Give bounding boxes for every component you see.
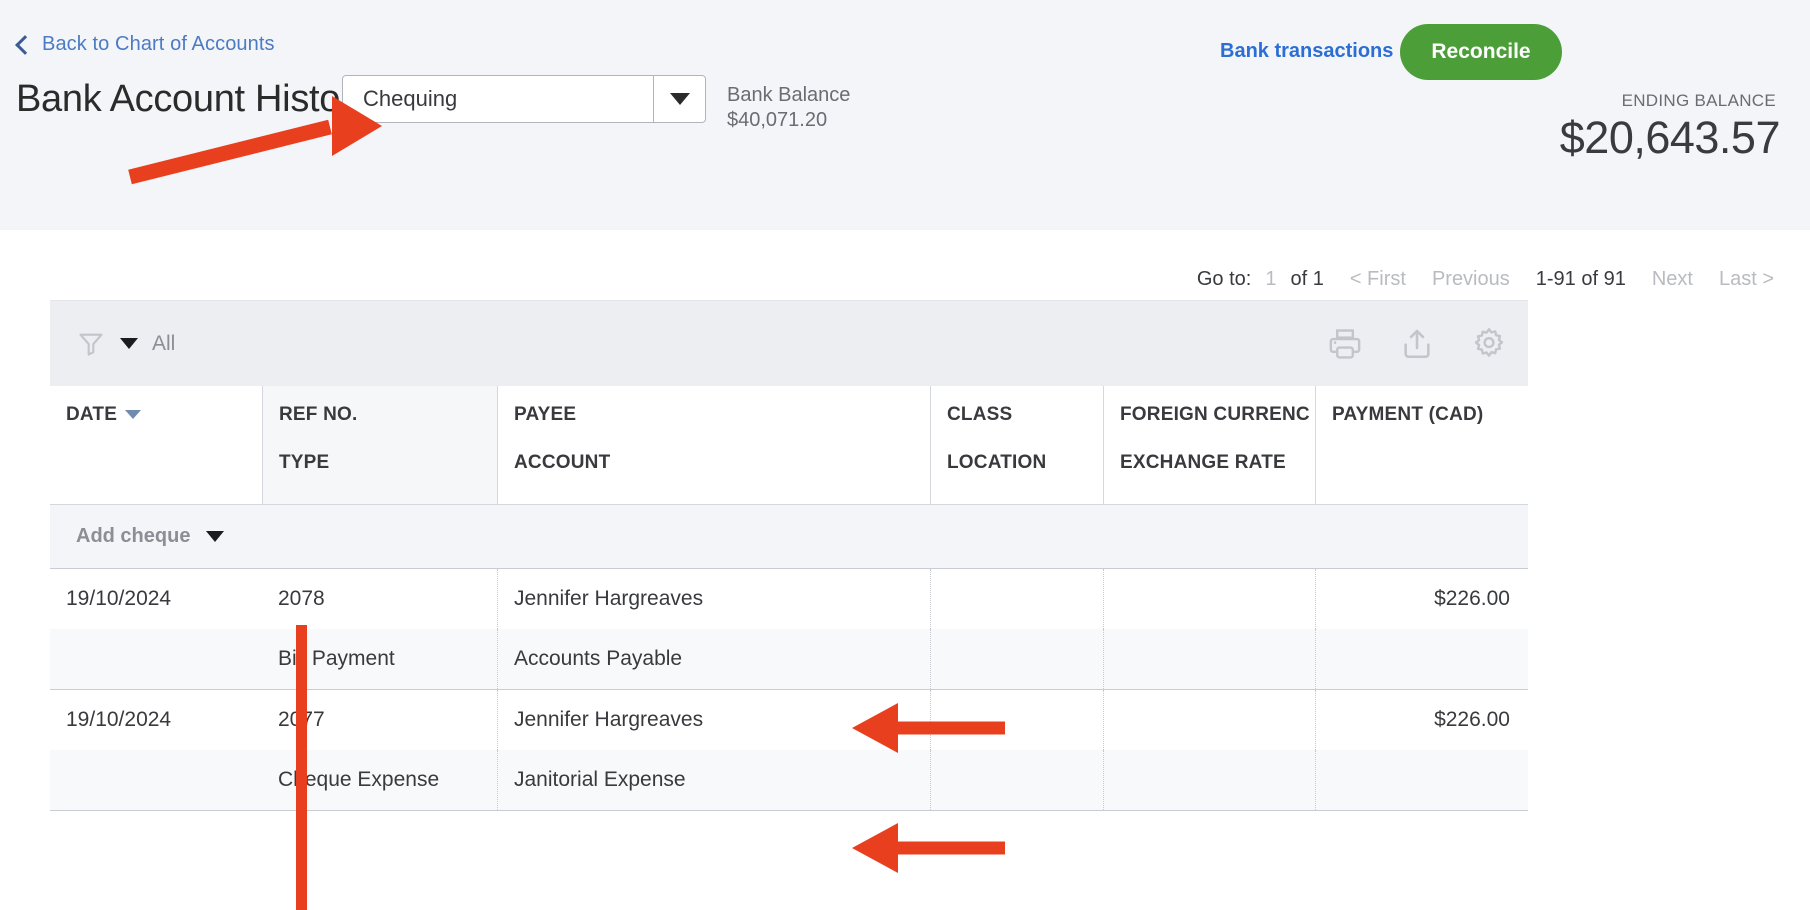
table-row[interactable]: 19/10/2024 2077 Jennifer Hargreaves $226… <box>50 689 1528 810</box>
app-root: Back to Chart of Accounts Bank Account H… <box>0 0 1810 910</box>
column-header-date-label: DATE <box>66 404 118 425</box>
title-row: Bank Account History <box>16 78 371 120</box>
page-title: Bank Account History <box>16 78 372 120</box>
pagination-controls: Go to: 1 of 1 < First Previous 1-91 of 9… <box>1197 268 1774 291</box>
cell-exchange-rate <box>1103 750 1315 810</box>
pagination-page-input[interactable]: 1 <box>1265 268 1276 291</box>
transactions-table: All DATE REF NO. TYPE PAYEE ACCOUNT CLAS… <box>50 300 1528 811</box>
add-cheque-label: Add cheque <box>76 525 191 547</box>
column-header-payment-label: PAYMENT (CAD) <box>1332 404 1484 425</box>
pagination-previous-button[interactable]: Previous <box>1432 268 1510 291</box>
printer-icon[interactable] <box>1328 327 1362 361</box>
table-row-secondary-line: Bill Payment Accounts Payable <box>50 629 1528 689</box>
filter-control[interactable]: All <box>76 330 175 358</box>
pagination-of-pages: of 1 <box>1290 268 1324 290</box>
cell-payee: Jennifer Hargreaves <box>497 690 930 750</box>
cell-location <box>930 750 1103 810</box>
cell-foreign-currency <box>1103 569 1315 629</box>
column-header-account-label: ACCOUNT <box>514 452 611 473</box>
chevron-down-icon <box>669 93 690 105</box>
cell-location <box>930 629 1103 689</box>
column-header-date[interactable]: DATE <box>50 386 262 504</box>
account-select-caret-button[interactable] <box>653 76 705 122</box>
column-header-exchange-rate-label: EXCHANGE RATE <box>1120 452 1286 473</box>
ending-balance-label: ENDING BALANCE <box>1621 91 1776 110</box>
cell-payee: Jennifer Hargreaves <box>497 569 930 629</box>
cell-date-empty <box>50 629 262 689</box>
export-upload-icon[interactable] <box>1400 327 1434 361</box>
column-header-class-label: CLASS <box>947 404 1013 425</box>
funnel-icon <box>79 333 103 356</box>
column-header-payee-label: PAYEE <box>514 404 577 425</box>
gear-icon[interactable] <box>1472 327 1506 361</box>
column-header-class[interactable]: CLASS LOCATION <box>930 386 1103 504</box>
account-select-value: Chequing <box>363 86 458 111</box>
cell-date: 19/10/2024 <box>66 587 172 610</box>
table-toolbar: All <box>50 301 1528 386</box>
cell-payment-empty <box>1315 750 1528 810</box>
table-header-row: DATE REF NO. TYPE PAYEE ACCOUNT CLASS LO… <box>50 386 1528 504</box>
table-bottom-divider <box>50 810 1528 811</box>
sort-descending-icon <box>125 410 142 420</box>
cell-date: 19/10/2024 <box>66 708 172 731</box>
cell-payment: $226.00 <box>1315 569 1528 629</box>
cell-date-empty <box>50 750 262 810</box>
pagination-range-label: 1-91 of 91 <box>1535 268 1626 290</box>
table-row-secondary-line: Cheque Expense Janitorial Expense <box>50 750 1528 810</box>
bank-transactions-link[interactable]: Bank transactions <box>1220 40 1393 63</box>
cell-payment-empty <box>1315 629 1528 689</box>
filter-label: All <box>152 331 176 355</box>
column-header-foreign-currency[interactable]: FOREIGN CURRENC EXCHANGE RATE <box>1103 386 1315 504</box>
pagination-last-button[interactable]: Last > <box>1719 268 1774 291</box>
caret-down-icon <box>120 338 138 349</box>
ref-no-column-highlight-bar <box>296 625 307 910</box>
column-header-ref-no-label: REF NO. <box>279 404 358 425</box>
column-header-type-label: TYPE <box>279 452 330 473</box>
account-select-dropdown[interactable]: Chequing <box>342 75 706 123</box>
cell-class <box>930 569 1103 629</box>
ending-balance-amount: $20,643.57 <box>1559 112 1781 163</box>
add-cheque-row[interactable]: Add cheque <box>50 504 1528 568</box>
arrow-to-janitorial-expense-icon <box>852 823 1005 873</box>
pagination-first-button[interactable]: < First <box>1350 268 1406 291</box>
cell-payment: $226.00 <box>1315 690 1528 750</box>
table-row-primary-line: 19/10/2024 2077 Jennifer Hargreaves $226… <box>50 690 1528 750</box>
chevron-left-icon <box>15 35 35 55</box>
column-header-payment[interactable]: PAYMENT (CAD) <box>1315 386 1528 504</box>
table-row-primary-line: 19/10/2024 2078 Jennifer Hargreaves $226… <box>50 569 1528 629</box>
cell-foreign-currency <box>1103 690 1315 750</box>
cell-exchange-rate <box>1103 629 1315 689</box>
caret-down-icon <box>206 531 225 542</box>
bank-balance-label: Bank Balance <box>727 84 851 106</box>
pagination-next-button[interactable]: Next <box>1652 268 1693 291</box>
cell-ref-no: 2078 <box>278 587 325 610</box>
back-link-label: Back to Chart of Accounts <box>42 33 275 55</box>
column-header-location-label: LOCATION <box>947 452 1047 473</box>
column-header-payee[interactable]: PAYEE ACCOUNT <box>497 386 930 504</box>
back-to-chart-of-accounts-link[interactable]: Back to Chart of Accounts <box>15 33 275 56</box>
table-row[interactable]: 19/10/2024 2078 Jennifer Hargreaves $226… <box>50 568 1528 689</box>
pagination-goto-label: Go to: <box>1196 268 1252 290</box>
reconcile-button[interactable]: Reconcile <box>1400 24 1562 80</box>
column-header-ref-no[interactable]: REF NO. TYPE <box>262 386 497 504</box>
cell-account: Janitorial Expense <box>497 750 930 810</box>
column-header-foreign-currency-label: FOREIGN CURRENC <box>1120 404 1310 425</box>
cell-account: Accounts Payable <box>497 629 930 689</box>
toolbar-icon-group <box>1328 301 1506 386</box>
bank-balance-amount: $40,071.20 <box>727 109 828 131</box>
cell-class <box>930 690 1103 750</box>
page-header: Back to Chart of Accounts Bank Account H… <box>0 0 1810 230</box>
bank-balance-block: Bank Balance $40,071.20 <box>727 84 850 132</box>
